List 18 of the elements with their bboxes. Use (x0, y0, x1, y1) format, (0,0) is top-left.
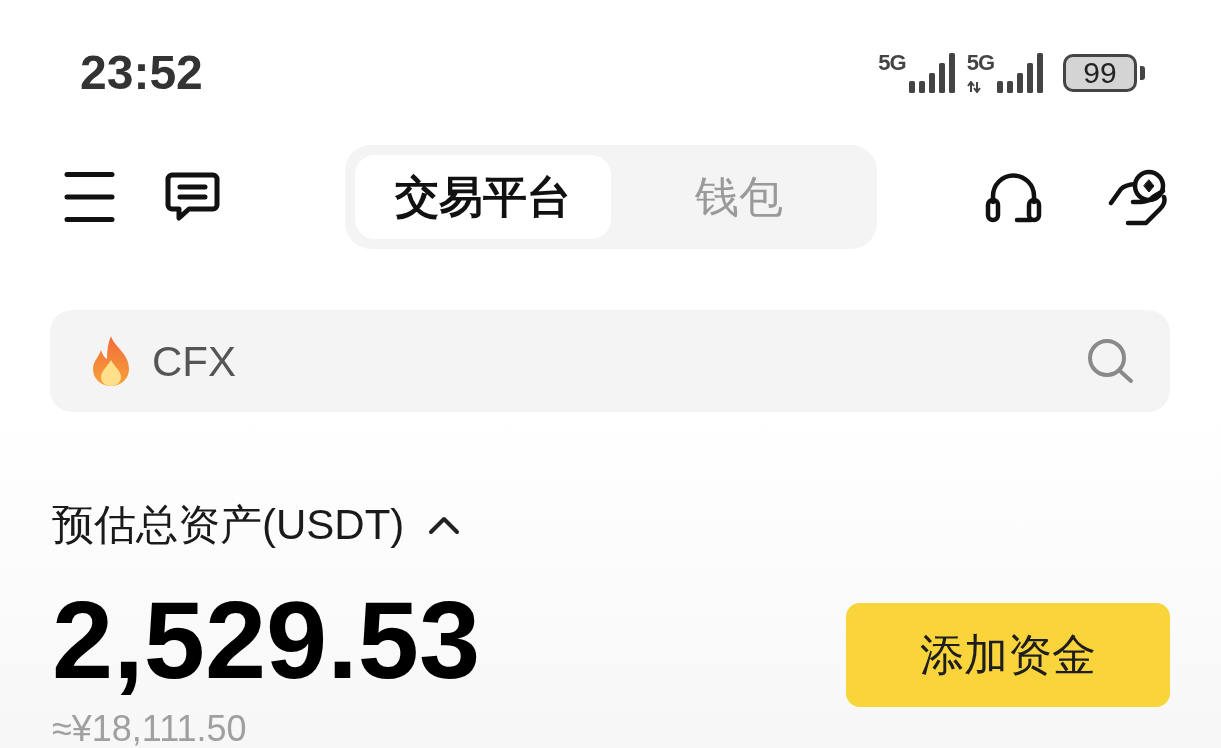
clock-time: 23:52 (80, 48, 203, 97)
search-bar[interactable]: CFX (50, 310, 1170, 412)
chat-icon[interactable] (165, 172, 220, 222)
total-assets-label: 预估总资产(USDT) (52, 500, 405, 550)
menu-icon[interactable] (64, 171, 115, 223)
headset-icon[interactable] (985, 171, 1042, 223)
search-icon[interactable] (1087, 338, 1134, 384)
caret-icon[interactable] (428, 515, 461, 535)
total-assets-amount: 2,529.53 (52, 585, 481, 695)
battery-percentage: 99 (1063, 53, 1137, 92)
network-type-label: 5G (878, 52, 906, 73)
signal-bars-icon (997, 52, 1043, 93)
tab[interactable]: 交易平台 (354, 155, 611, 239)
converted-amount: ≈¥18,111.50 (52, 711, 247, 747)
search-field[interactable]: CFX (152, 331, 1071, 391)
add-funds-button[interactable]: 添加资金 (846, 603, 1170, 707)
hand-coin-icon[interactable] (1108, 168, 1168, 226)
network-type-label: 5G (966, 52, 994, 73)
